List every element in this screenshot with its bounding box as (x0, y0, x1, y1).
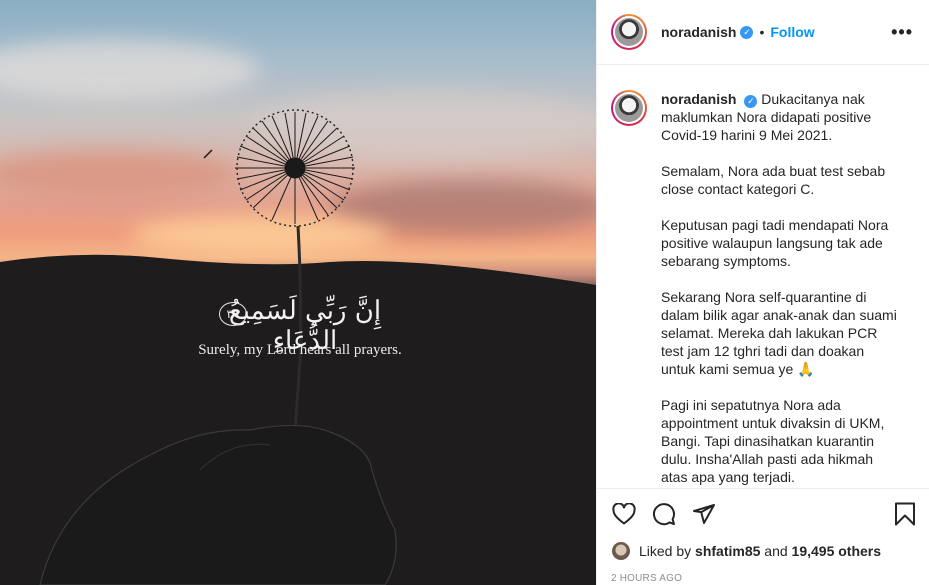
likes-prefix: Liked by (639, 543, 692, 559)
verified-badge-icon: ✓ (740, 25, 754, 39)
avatar-ring (613, 92, 645, 124)
caption-text: noradanish ✓ Dukacitanya nak maklumkan N… (661, 90, 901, 488)
likes-connector: and (764, 543, 788, 559)
ayah-number: ٣٩ (219, 302, 247, 326)
post-side-panel: noradanish ✓ • Follow ••• noradanish ✓ D… (596, 0, 929, 585)
post-header: noradanish ✓ • Follow ••• (597, 0, 929, 65)
caption-paragraph: Semalam, Nora ada buat test sebab close … (661, 163, 886, 197)
comment-icon[interactable] (651, 501, 677, 527)
dandelion-illustration (0, 109, 596, 585)
heart-icon[interactable] (611, 501, 637, 527)
share-icon[interactable] (691, 501, 717, 527)
post-image[interactable]: إِنَّ رَبِّي لَسَمِيعُ الدُّعَاءِ ٣٩ Sur… (0, 0, 596, 585)
header-separator: • (759, 24, 765, 40)
caption-username[interactable]: noradanish (661, 91, 736, 107)
caption-paragraph: Sekarang Nora self-quarantine di dalam b… (661, 289, 897, 377)
likes-summary: Liked by shfatim85 and 19,495 others (611, 541, 918, 561)
english-verse: Surely, my Lord hears all prayers. (198, 342, 402, 358)
caption-paragraph: noradanish ✓ Dukacitanya nak maklumkan N… (661, 90, 901, 144)
follow-button[interactable]: Follow (770, 24, 814, 40)
caption-paragraph: Keputusan pagi tadi mendapati Nora posit… (661, 217, 889, 269)
avatar[interactable] (611, 90, 647, 126)
caption-paragraph: Pagi ini sepatutnya Nora ada appointment… (661, 397, 885, 485)
bookmark-icon[interactable] (892, 501, 918, 527)
action-icons (611, 499, 918, 529)
avatar-ring (613, 16, 645, 48)
likes-others-count[interactable]: 19,495 others (792, 543, 882, 559)
liker-username[interactable]: shfatim85 (695, 543, 760, 559)
avatar[interactable] (611, 14, 647, 50)
avatar-image (615, 18, 643, 46)
more-options-icon[interactable]: ••• (891, 22, 913, 43)
header-username[interactable]: noradanish (661, 24, 736, 40)
liker-avatar[interactable] (611, 541, 631, 561)
post-timestamp[interactable]: 2 HOURS AGO (611, 573, 918, 584)
avatar-image (615, 94, 643, 122)
caption-area[interactable]: noradanish ✓ Dukacitanya nak maklumkan N… (597, 65, 929, 488)
verified-badge-icon: ✓ (744, 94, 758, 108)
post-actions: Liked by shfatim85 and 19,495 others 2 H… (597, 488, 929, 584)
